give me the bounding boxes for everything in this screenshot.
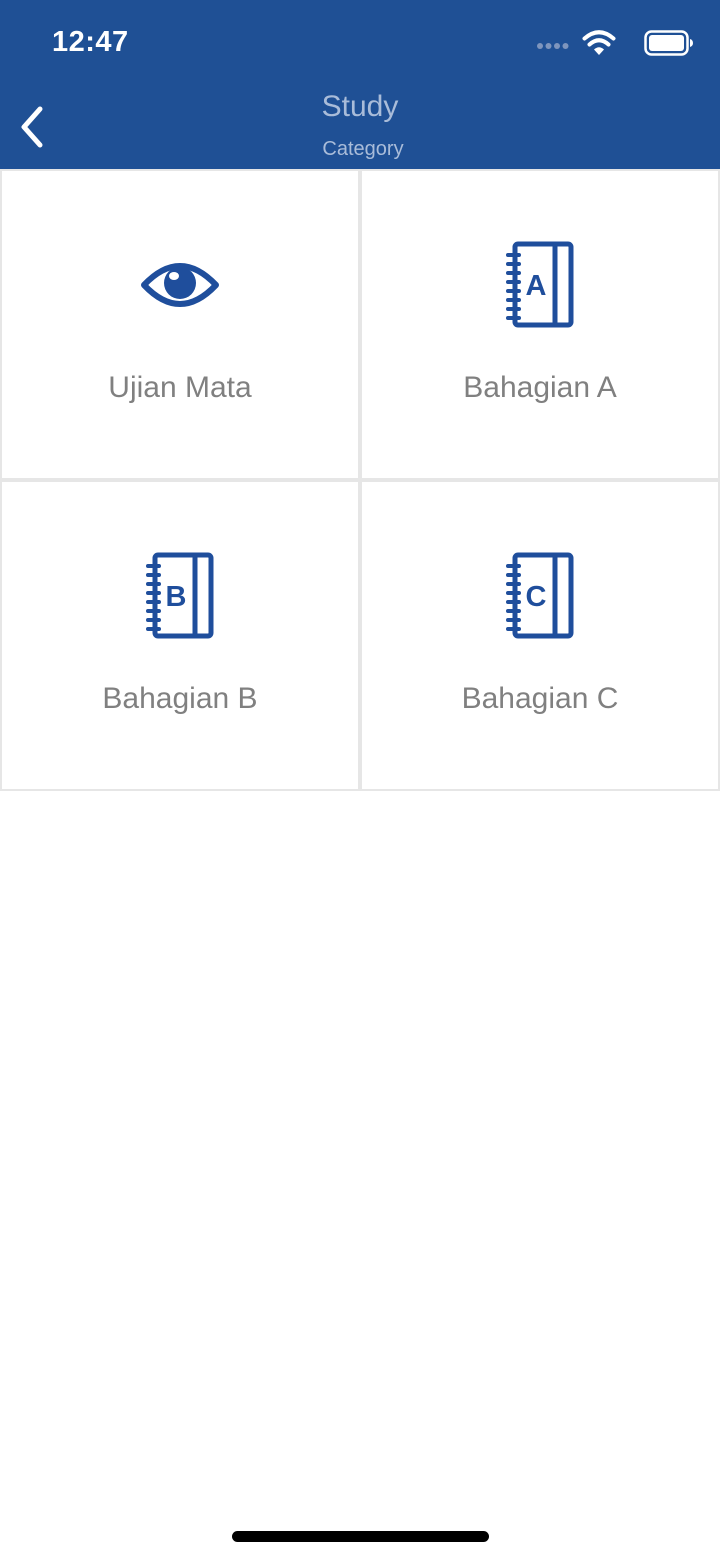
page-title: Study — [321, 90, 399, 123]
category-label: Bahagian C — [461, 682, 619, 715]
status-icons — [524, 28, 694, 62]
notebook-c-icon: C — [506, 552, 574, 639]
notebook-letter: A — [526, 270, 547, 302]
category-grid: Ujian Mata A Bahagian A B Bahagian B C B… — [0, 169, 720, 791]
page-subtitle: Category — [322, 138, 404, 160]
notebook-b-icon: B — [146, 552, 214, 639]
app-header: 12:47 Study Category — [0, 0, 720, 169]
notebook-letter: C — [526, 581, 547, 613]
category-label: Bahagian B — [102, 682, 258, 715]
home-indicator[interactable] — [232, 1531, 489, 1542]
eye-icon — [141, 263, 219, 307]
cellular-signal-icon — [537, 43, 569, 49]
wifi-icon — [582, 30, 616, 55]
category-label: Ujian Mata — [108, 371, 252, 404]
category-tile-bahagian-b[interactable]: B Bahagian B — [0, 480, 360, 791]
status-time: 12:47 — [52, 26, 129, 58]
notebook-letter: B — [166, 581, 187, 613]
screen: 12:47 Study Category Ujian Mata A Bahagi… — [0, 0, 720, 1558]
battery-icon — [644, 30, 693, 56]
notebook-a-icon: A — [506, 241, 574, 328]
category-tile-bahagian-c[interactable]: C Bahagian C — [360, 480, 720, 791]
category-label: Bahagian A — [463, 371, 617, 404]
category-tile-ujian-mata[interactable]: Ujian Mata — [0, 169, 360, 480]
category-tile-bahagian-a[interactable]: A Bahagian A — [360, 169, 720, 480]
